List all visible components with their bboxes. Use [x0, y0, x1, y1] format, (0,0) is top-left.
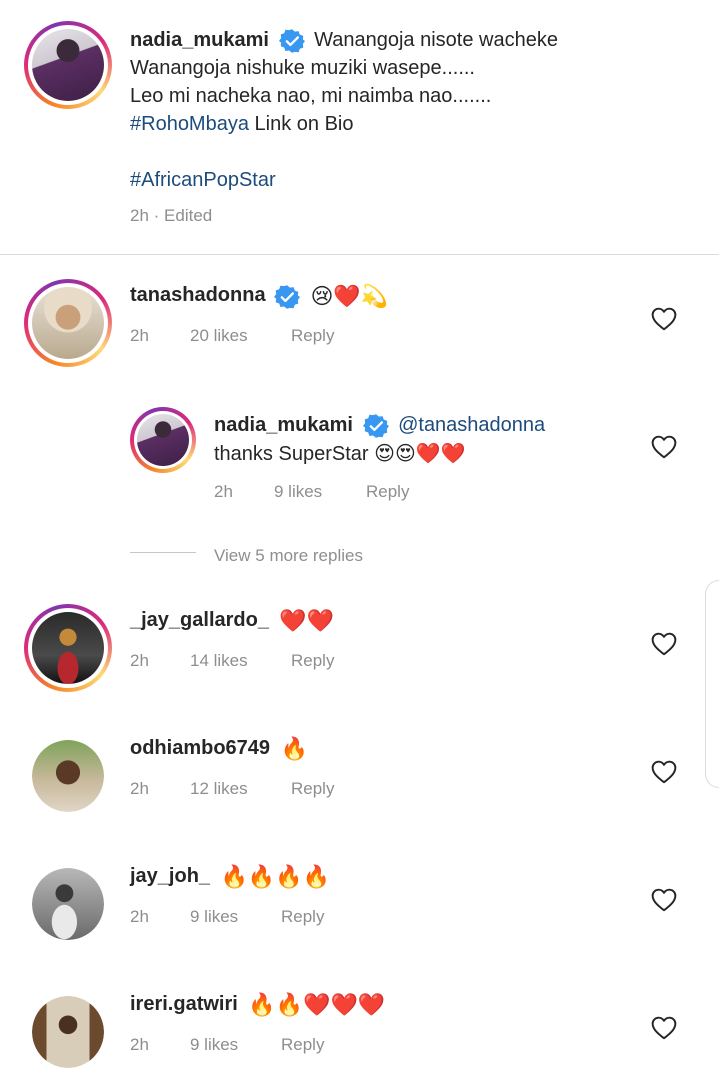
heart-outline-icon[interactable]: [651, 888, 677, 912]
comment-row: tanashadonna 😢❤️💫: [130, 284, 388, 310]
caption-time: 2h: [130, 206, 149, 225]
comment-likes[interactable]: 9 likes: [190, 1035, 238, 1055]
view-more-replies-button[interactable]: View 5 more replies: [214, 546, 363, 566]
reply-button[interactable]: Reply: [281, 907, 324, 927]
comment-text: 😢❤️💫: [310, 284, 389, 310]
heart-outline-icon[interactable]: [651, 1016, 677, 1040]
reply-avatar[interactable]: [130, 407, 196, 473]
verified-badge-icon: [362, 414, 389, 438]
comment-avatar[interactable]: [32, 996, 104, 1068]
comment-avatar[interactable]: [24, 279, 112, 367]
reply-button[interactable]: Reply: [281, 1035, 324, 1055]
comment-time: 2h: [130, 1035, 149, 1054]
comment-likes[interactable]: 20 likes: [190, 326, 248, 346]
comment-time: 2h: [130, 326, 149, 345]
reply-row: nadia_mukami @tanashadonna: [214, 411, 545, 439]
comment-likes[interactable]: 9 likes: [190, 907, 238, 927]
caption-block: nadia_mukami Wanangoja nisote wacheke Wa…: [130, 26, 690, 226]
caption-username[interactable]: nadia_mukami: [130, 29, 269, 51]
comment-username[interactable]: ireri.gatwiri: [130, 993, 238, 1015]
caption-line-3: Leo mi nacheka nao, mi naimba nao.......: [130, 85, 492, 107]
heart-outline-icon[interactable]: [651, 307, 677, 331]
caption-divider: [0, 254, 719, 255]
comment-time: 2h: [130, 907, 149, 926]
comment-username[interactable]: odhiambo6749: [130, 737, 270, 759]
comment-username[interactable]: nadia_mukami: [214, 414, 353, 436]
comment-text: 🔥🔥❤️❤️❤️: [248, 993, 386, 1019]
scroll-handle[interactable]: [705, 580, 719, 788]
caption-line-2: Wanangoja nishuke muziki wasepe......: [130, 57, 475, 79]
reply-button[interactable]: Reply: [291, 651, 334, 671]
comment-text: thanks SuperStar 😍😍❤️❤️: [214, 443, 466, 465]
mention-link[interactable]: @tanashadonna: [398, 414, 545, 436]
comment-likes[interactable]: 12 likes: [190, 779, 248, 799]
comment-text: 🔥🔥🔥🔥: [220, 865, 331, 891]
comment-time: 2h: [130, 779, 149, 798]
heart-outline-icon[interactable]: [651, 760, 677, 784]
comment-row: ireri.gatwiri 🔥🔥❤️❤️❤️: [130, 993, 385, 1018]
comment-row: _jay_gallardo_ ❤️❤️: [130, 609, 334, 634]
verified-badge-icon: [274, 285, 301, 309]
comment-time: 2h: [214, 482, 233, 501]
verified-badge-icon: [278, 29, 305, 53]
comment-likes[interactable]: 9 likes: [274, 482, 322, 502]
comment-row: jay_joh_ 🔥🔥🔥🔥: [130, 865, 330, 890]
heart-outline-icon[interactable]: [651, 632, 677, 656]
comment-text: 🔥: [280, 737, 308, 763]
reply-button[interactable]: Reply: [291, 326, 334, 346]
comment-avatar[interactable]: [32, 740, 104, 812]
comment-username[interactable]: _jay_gallardo_: [130, 609, 269, 631]
comment-row: odhiambo6749 🔥: [130, 737, 308, 762]
view-replies-line: [130, 552, 196, 553]
caption-avatar[interactable]: [24, 21, 112, 109]
comment-avatar[interactable]: [24, 604, 112, 692]
reply-button[interactable]: Reply: [291, 779, 334, 799]
hashtag-rohombaya[interactable]: #RohoMbaya: [130, 113, 249, 135]
heart-outline-icon[interactable]: [651, 435, 677, 459]
comment-text: ❤️❤️: [279, 609, 335, 635]
caption-line-4: Link on Bio: [248, 113, 354, 135]
caption-edited: · Edited: [148, 206, 213, 225]
comment-time: 2h: [130, 651, 149, 670]
comment-likes[interactable]: 14 likes: [190, 651, 248, 671]
hashtag-africanpopstar[interactable]: #AfricanPopStar: [130, 169, 276, 191]
comment-username[interactable]: tanashadonna: [130, 284, 266, 306]
comment-avatar[interactable]: [32, 868, 104, 940]
caption-line-1: Wanangoja nisote wacheke: [314, 29, 558, 51]
comment-username[interactable]: jay_joh_: [130, 865, 210, 887]
reply-button[interactable]: Reply: [366, 482, 409, 502]
